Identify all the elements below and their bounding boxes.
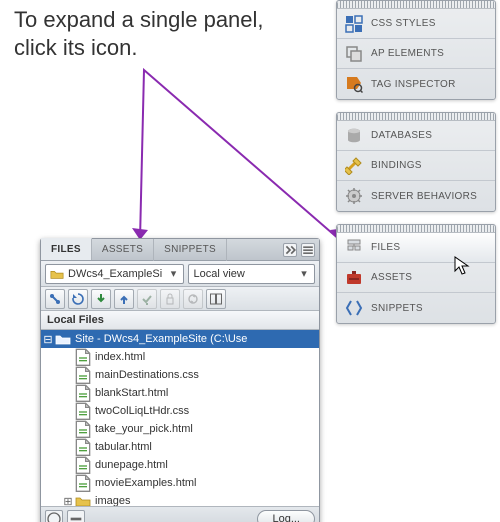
file-row[interactable]: blankStart.html xyxy=(41,384,319,402)
dock-item-label: TAG INSPECTOR xyxy=(371,79,456,90)
view-dropdown[interactable]: Local view ▾ xyxy=(188,264,315,284)
callout-arrow xyxy=(44,66,354,246)
server-behaviors-icon xyxy=(345,187,363,205)
tab-assets[interactable]: ASSETS xyxy=(92,239,154,261)
folder-icon xyxy=(75,494,91,506)
file-row[interactable]: twoColLiqLtHdr.css xyxy=(41,402,319,420)
tree-twisty[interactable]: ⊞ xyxy=(61,495,75,507)
databases-icon xyxy=(345,127,363,145)
site-row[interactable]: ⊟ Site - DWcs4_ExampleSite (C:\Use xyxy=(41,330,319,348)
row-label: images xyxy=(95,495,130,506)
sync-button xyxy=(183,289,203,309)
file-row[interactable]: tabular.html xyxy=(41,438,319,456)
dock-item-css-styles[interactable]: CSS STYLES xyxy=(337,9,495,39)
dock-item-label: SNIPPETS xyxy=(371,303,423,314)
dock-item-assets[interactable]: ASSETS xyxy=(337,263,495,293)
dock-item-label: FILES xyxy=(371,242,400,253)
file-html-icon xyxy=(75,422,91,436)
tag-inspector-icon xyxy=(345,75,363,93)
row-label: tabular.html xyxy=(95,441,152,453)
panel-tab-tools xyxy=(283,243,319,257)
folder-icon xyxy=(50,268,64,280)
instruction-caption: To expand a single panel, click its icon… xyxy=(14,6,274,62)
dock-item-server-behaviors[interactable]: SERVER BEHAVIORS xyxy=(337,181,495,211)
files-panel: FILESASSETSSNIPPETS DWcs4_ExampleSi ▾ Lo… xyxy=(40,238,320,522)
css-styles-icon xyxy=(345,15,363,33)
list-header[interactable]: Local Files xyxy=(41,311,319,330)
assets-icon xyxy=(345,269,363,287)
row-label: index.html xyxy=(95,351,145,363)
tab-files[interactable]: FILES xyxy=(41,238,92,260)
dock-item-label: ASSETS xyxy=(371,272,412,283)
dock-item-label: AP ELEMENTS xyxy=(371,48,444,59)
dock-item-bindings[interactable]: BINDINGS xyxy=(337,151,495,181)
row-label: dunepage.html xyxy=(95,459,168,471)
file-toolbar xyxy=(41,287,319,311)
file-html-icon xyxy=(75,350,91,364)
site-dropdown[interactable]: DWcs4_ExampleSi ▾ xyxy=(45,264,184,284)
row-label: twoColLiqLtHdr.css xyxy=(95,405,189,417)
status-tool-button[interactable] xyxy=(45,510,63,522)
file-html-icon xyxy=(75,458,91,472)
panel-menu-button[interactable] xyxy=(301,243,315,257)
checkin-button xyxy=(160,289,180,309)
connect-button[interactable] xyxy=(45,289,65,309)
chevron-down-icon: ▾ xyxy=(167,267,179,280)
row-label: take_your_pick.html xyxy=(95,423,193,435)
file-css-icon xyxy=(75,404,91,418)
file-row[interactable]: index.html xyxy=(41,348,319,366)
status-bar: Log... xyxy=(41,506,319,522)
dock-item-files[interactable]: FILES xyxy=(337,233,495,263)
row-label: mainDestinations.css xyxy=(95,369,199,381)
panel-dock: CSS STYLES AP ELEMENTS TAG INSPECTOR DATABA… xyxy=(336,0,496,336)
checkout-button xyxy=(137,289,157,309)
dock-item-snippets[interactable]: SNIPPETS xyxy=(337,293,495,323)
get-button[interactable] xyxy=(91,289,111,309)
site-dropdown-label: DWcs4_ExampleSi xyxy=(68,268,167,280)
panel-tab-strip: FILESASSETSSNIPPETS xyxy=(41,239,319,261)
tab-snippets[interactable]: SNIPPETS xyxy=(154,239,227,261)
expand-button[interactable] xyxy=(206,289,226,309)
file-css-icon xyxy=(75,368,91,382)
site-folder-icon xyxy=(55,332,71,346)
row-label: Site - DWcs4_ExampleSite (C:\Use xyxy=(75,333,247,345)
file-row[interactable]: take_your_pick.html xyxy=(41,420,319,438)
dock-item-databases[interactable]: DATABASES xyxy=(337,121,495,151)
snippets-icon xyxy=(345,299,363,317)
log-button[interactable]: Log... xyxy=(257,510,315,522)
row-label: movieExamples.html xyxy=(95,477,196,489)
row-label: blankStart.html xyxy=(95,387,168,399)
file-html-icon xyxy=(75,386,91,400)
chevron-down-icon: ▾ xyxy=(298,267,310,280)
dock-item-label: BINDINGS xyxy=(371,160,422,171)
folder-row[interactable]: ⊞ images xyxy=(41,492,319,506)
view-dropdown-label: Local view xyxy=(193,268,298,280)
file-html-icon xyxy=(75,476,91,490)
cursor-icon xyxy=(454,256,470,276)
dock-item-tag-inspector[interactable]: TAG INSPECTOR xyxy=(337,69,495,99)
tree-twisty[interactable]: ⊟ xyxy=(41,333,55,346)
ap-elements-icon xyxy=(345,45,363,63)
refresh-button[interactable] xyxy=(68,289,88,309)
files-icon xyxy=(345,239,363,257)
status-tool-button-2[interactable] xyxy=(67,510,85,522)
file-tree[interactable]: ⊟ Site - DWcs4_ExampleSite (C:\Use index.h… xyxy=(41,330,319,506)
put-button[interactable] xyxy=(114,289,134,309)
file-html-icon xyxy=(75,440,91,454)
file-row[interactable]: dunepage.html xyxy=(41,456,319,474)
file-row[interactable]: mainDestinations.css xyxy=(41,366,319,384)
dock-item-ap-elements[interactable]: AP ELEMENTS xyxy=(337,39,495,69)
collapse-to-icons-button[interactable] xyxy=(283,243,297,257)
dock-item-label: DATABASES xyxy=(371,130,432,141)
file-row[interactable]: movieExamples.html xyxy=(41,474,319,492)
dock-item-label: SERVER BEHAVIORS xyxy=(371,191,477,202)
bindings-icon xyxy=(345,157,363,175)
dock-item-label: CSS STYLES xyxy=(371,18,436,29)
site-toolbar: DWcs4_ExampleSi ▾ Local view ▾ xyxy=(41,261,319,287)
